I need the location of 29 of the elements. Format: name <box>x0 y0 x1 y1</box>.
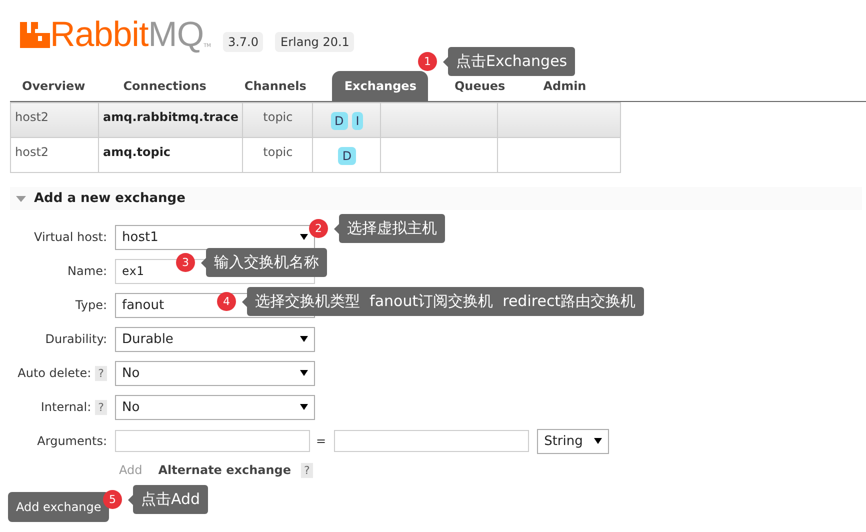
feature-badge: D <box>338 147 356 165</box>
table-cell: host2 <box>10 102 98 138</box>
field-label: Type: <box>75 298 107 312</box>
callout-tooltip: 选择交换机类型 fanout订阅交换机 redirect路由交换机 <box>247 287 644 316</box>
field-label: Name: <box>68 264 107 278</box>
feature-badge: I <box>352 112 364 130</box>
step-number-badge: 5 <box>103 490 122 509</box>
section-title: Add a new exchange <box>34 191 186 206</box>
version-badge: 3.7.0 <box>222 32 264 52</box>
field-label: Internal: <box>40 400 92 414</box>
step-number-badge: 1 <box>418 52 437 71</box>
table-cell: topic <box>242 102 313 138</box>
callout-tooltip: 点击Add <box>133 485 208 514</box>
callout-tooltip: 选择虚拟主机 <box>339 214 445 243</box>
table-cell: topic <box>242 138 313 172</box>
field-label: Auto delete: <box>18 366 92 380</box>
erlang-badge: Erlang 20.1 <box>275 32 354 52</box>
step-number-badge: 2 <box>309 219 328 238</box>
step-number-badge: 4 <box>217 292 236 311</box>
field-label: Virtual host: <box>34 230 107 244</box>
logo-wordmark: RabbitMQ <box>50 18 204 52</box>
step-number-badge: 3 <box>176 253 195 272</box>
field-label: Arguments: <box>37 434 107 448</box>
equals-sign: = <box>316 434 326 448</box>
table-cell: host2 <box>10 138 98 172</box>
callout-tooltip: 输入交换机名称 <box>206 248 327 277</box>
field-label: Durability: <box>45 332 107 346</box>
feature-badge: D <box>330 112 348 130</box>
callout-tooltip: 点击Exchanges <box>448 47 576 76</box>
